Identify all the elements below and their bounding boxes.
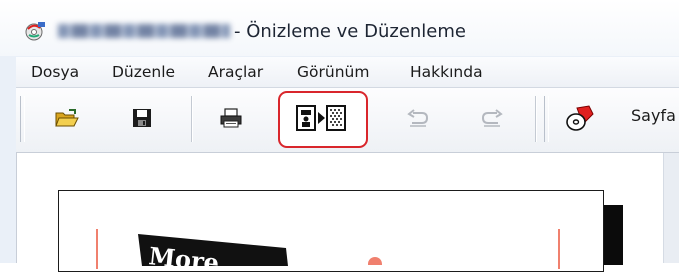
undo-button[interactable] — [400, 100, 436, 136]
save-icon — [132, 108, 152, 128]
redo-icon — [480, 109, 504, 127]
page-layout-toggle-button[interactable] — [292, 100, 354, 136]
menu-dosya[interactable]: Dosya — [30, 61, 80, 83]
open-button[interactable] — [49, 100, 85, 136]
margin-guide-left — [96, 229, 98, 269]
toolbar-grip[interactable] — [544, 96, 549, 142]
disc-label-button[interactable] — [562, 100, 598, 136]
artwork-red-shape — [368, 257, 382, 265]
undo-icon — [406, 109, 430, 127]
disc-label-icon — [565, 104, 595, 132]
save-button[interactable] — [124, 100, 160, 136]
open-folder-icon — [55, 108, 79, 128]
page-label: Sayfa — [631, 106, 676, 125]
app-icon — [24, 21, 46, 41]
menu-duzenle[interactable]: Düzenle — [111, 61, 176, 83]
vertical-scrollbar[interactable] — [663, 153, 679, 263]
title-bar: - Önizleme ve Düzenleme — [0, 0, 679, 56]
app-window: - Önizleme ve Düzenleme Dosya Düzenle Ar… — [0, 0, 679, 272]
redo-button[interactable] — [474, 100, 510, 136]
margin-guide-right — [558, 229, 560, 269]
window-title: - Önizleme ve Düzenleme — [234, 21, 466, 42]
page-layout-toggle-icon — [295, 104, 351, 132]
toolbar-separator — [535, 96, 536, 142]
toolbar: Sayfa — [16, 88, 679, 153]
page-artwork: More — [136, 226, 296, 272]
print-button[interactable] — [213, 100, 249, 136]
menu-gorunum[interactable]: Görünüm — [296, 61, 370, 83]
toolbar-separator — [191, 96, 192, 142]
toolbar-grip[interactable] — [20, 96, 25, 142]
menu-bar: Dosya Düzenle Araçlar Görünüm Hakkında — [16, 57, 679, 88]
menu-hakkinda[interactable]: Hakkında — [409, 61, 484, 83]
menu-araclar[interactable]: Araçlar — [207, 61, 264, 83]
window-title-blurred — [58, 24, 230, 38]
print-icon — [219, 108, 243, 128]
